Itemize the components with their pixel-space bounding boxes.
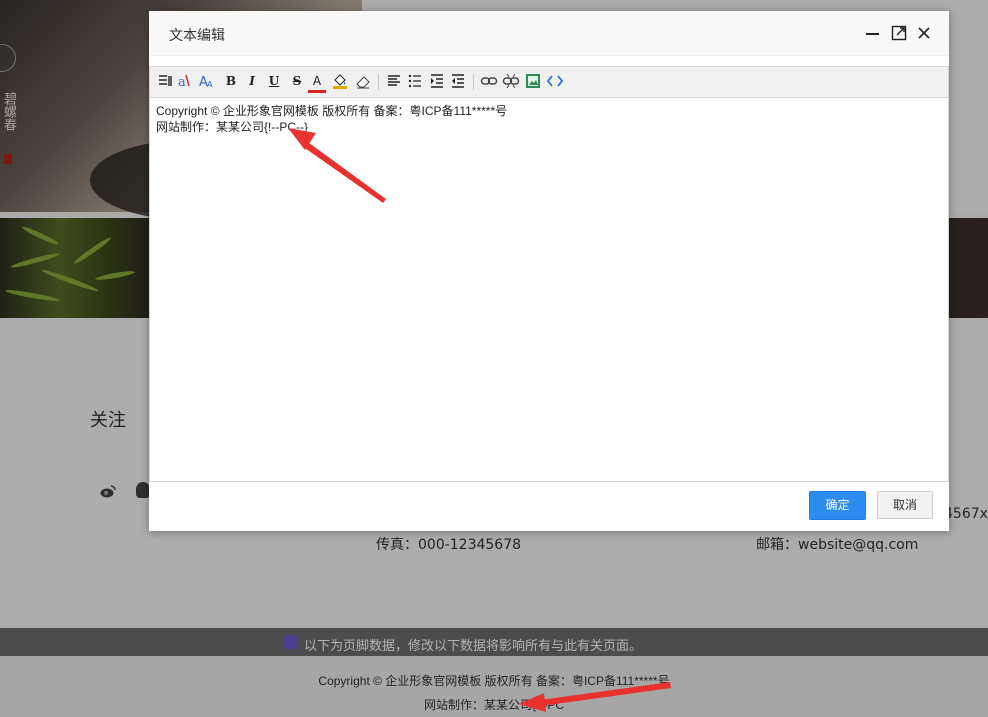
content-line-made-by: 网站制作：某某公司{!--PC--} [156, 120, 309, 134]
dialog-header: 文本编辑 [149, 11, 949, 56]
align-left-icon[interactable] [385, 72, 403, 90]
image-icon[interactable] [524, 72, 542, 90]
dialog-footer: 确定 取消 [149, 481, 949, 531]
maximize-icon[interactable] [891, 25, 907, 41]
source-code-icon[interactable] [546, 72, 564, 90]
confirm-button[interactable]: 确定 [809, 491, 866, 520]
font-size-icon[interactable]: AA [198, 72, 216, 90]
editor-toolbar: a AA B I U S A [150, 67, 948, 98]
close-icon[interactable] [916, 25, 932, 41]
rich-text-editor[interactable]: a AA B I U S A Copyright © 企业形象官网模板 版权所有… [149, 66, 949, 482]
content-line-copyright: Copyright © 企业形象官网模板 版权所有 备案：粤ICP备111***… [156, 104, 508, 118]
editor-content[interactable]: Copyright © 企业形象官网模板 版权所有 备案：粤ICP备111***… [156, 103, 936, 135]
unlink-icon[interactable] [502, 72, 520, 90]
minimize-icon[interactable] [865, 25, 881, 41]
text-edit-dialog: 文本编辑 a AA B I U S A Copyright © 企业形象官网模板… [149, 11, 949, 531]
underline-icon[interactable]: U [265, 72, 283, 90]
list-icon[interactable] [406, 72, 424, 90]
link-icon[interactable] [480, 72, 498, 90]
svg-text:a: a [178, 75, 186, 90]
toolbar-separator [378, 74, 379, 90]
eraser-icon[interactable] [354, 72, 372, 90]
background-color-icon[interactable] [331, 72, 349, 90]
toolbar-separator [473, 74, 474, 90]
strikethrough-icon[interactable]: S [288, 72, 306, 90]
bold-icon[interactable]: B [222, 72, 240, 90]
font-color-icon[interactable]: A [308, 72, 326, 93]
outdent-icon[interactable] [449, 72, 467, 90]
italic-icon[interactable]: I [243, 72, 261, 90]
indent-icon[interactable] [428, 72, 446, 90]
font-family-icon[interactable]: a [177, 72, 195, 90]
cancel-button[interactable]: 取消 [877, 491, 933, 519]
dialog-title: 文本编辑 [169, 28, 225, 44]
svg-text:A: A [207, 80, 213, 89]
paragraph-format-icon[interactable] [156, 72, 174, 90]
